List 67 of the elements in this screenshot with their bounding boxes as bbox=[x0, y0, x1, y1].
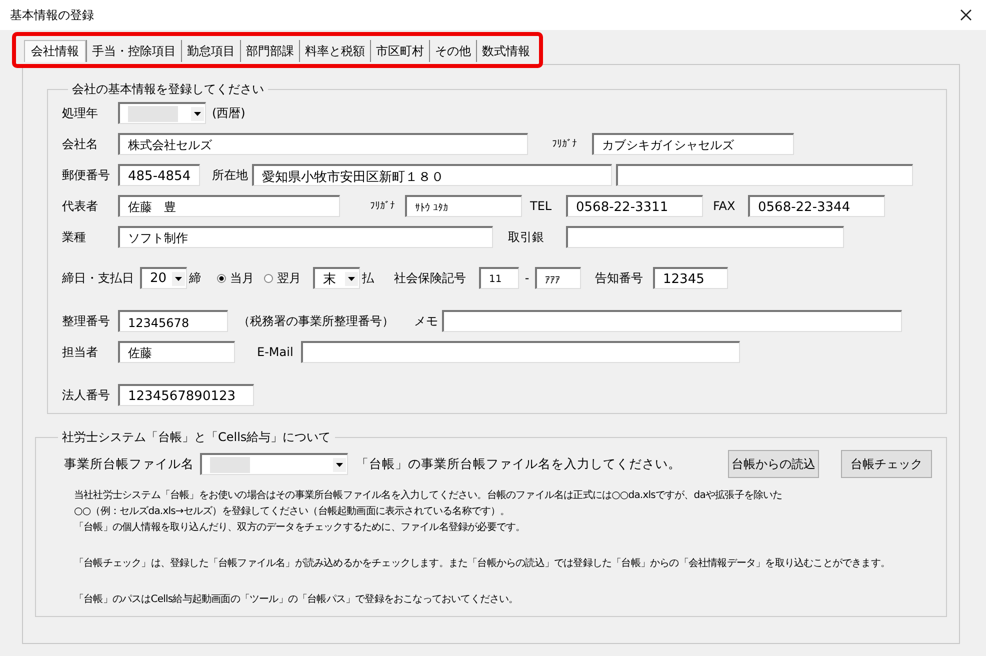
input-field[interactable]: 0568-22-3311 bbox=[566, 195, 703, 217]
input-field[interactable]: 12345678 bbox=[118, 310, 228, 332]
radio-button[interactable] bbox=[217, 274, 226, 282]
dropdown-value: 20 bbox=[150, 271, 167, 286]
input-field[interactable] bbox=[566, 226, 844, 248]
input-field[interactable]: 0568-22-3344 bbox=[748, 195, 885, 217]
input-field[interactable]: 1234567890123 bbox=[118, 384, 254, 406]
input-field[interactable]: ｱｱｱ bbox=[535, 267, 581, 289]
separator-text: - bbox=[524, 271, 530, 285]
action-button[interactable]: 台帳からの読込 bbox=[728, 450, 819, 478]
radio-option[interactable]: 翌月 bbox=[264, 270, 301, 286]
field-label: 社会保険記号 bbox=[394, 270, 467, 286]
input-field[interactable]: 愛知県小牧市安田区新町１８０ bbox=[252, 164, 612, 186]
input-field[interactable]: カブシキガイシャセルズ bbox=[592, 133, 794, 155]
field-label: TEL bbox=[530, 199, 553, 213]
pay-day-dropdown[interactable]: 末 bbox=[313, 267, 360, 289]
tab[interactable]: 会社情報 bbox=[24, 40, 86, 62]
field-label: 郵便番号 bbox=[62, 166, 111, 184]
field-label: 取引銀 bbox=[508, 228, 545, 246]
field-label: 処理年 bbox=[62, 104, 99, 122]
field-label: 所在地 bbox=[212, 166, 249, 184]
group-title: 会社の基本情報を登録してください bbox=[71, 81, 265, 98]
radio-option[interactable]: 当月 bbox=[217, 270, 254, 286]
radio-button[interactable] bbox=[264, 274, 273, 282]
field-label: 法人番号 bbox=[62, 386, 111, 404]
hint-text: 「台帳」の事業所台帳ファイル名を入力してください。 bbox=[356, 456, 681, 472]
field-label: FAX bbox=[713, 199, 736, 213]
field-label: ﾌﾘｶﾞﾅ bbox=[370, 200, 396, 212]
year-dropdown[interactable] bbox=[118, 102, 206, 124]
input-field[interactable]: ソフト制作 bbox=[118, 226, 493, 248]
input-field[interactable] bbox=[301, 341, 740, 363]
field-label: 告知番号 bbox=[595, 270, 644, 286]
redacted-block bbox=[210, 456, 250, 472]
redacted-block bbox=[128, 106, 178, 122]
field-label: 担当者 bbox=[62, 344, 99, 360]
field-label: 業種 bbox=[62, 228, 87, 246]
field-label: E-Mail bbox=[257, 345, 294, 359]
field-label: 整理番号 bbox=[62, 312, 111, 330]
input-field[interactable]: 11 bbox=[479, 267, 519, 289]
input-field[interactable]: 佐藤 豊 bbox=[118, 195, 340, 217]
group-title: 社労士システム「台帳」と「Cells給与」について bbox=[61, 429, 332, 446]
field-label: メモ bbox=[414, 312, 438, 330]
ledger-file-dropdown[interactable] bbox=[200, 453, 348, 475]
input-field[interactable]: 株式会社セルズ bbox=[118, 133, 528, 155]
window-title: 基本情報の登録 bbox=[10, 6, 95, 24]
help-paragraph: 「台帳」のパスはCells給与起動画面の「ツール」の「台帳パス」で登録をおこなっておいてください。 bbox=[74, 592, 520, 607]
help-paragraph: 「台帳チェック」は、登録した「台帳ファイル名」が読み込めるかをチェックします。また「台帳からの読込」では登録した「台帳」からの「会社情報データ」を取り込むことができます。 bbox=[74, 556, 892, 571]
close-icon[interactable] bbox=[960, 9, 972, 21]
field-label: 締日・支払日 bbox=[62, 270, 135, 286]
help-paragraph: 当社社労士システム「台帳」をお使いの場合はその事業所台帳ファイル名を入力してください。台帳のファイル名は正式には○○da.xlsですが、daや拡張子を除いた ○○（例：セルズda.xls→セルズ）を登録してください（台帳起動画面に表示されている名称です）。 「台帳」の個人情報を取り込んだり、双方のデータをチェックするために、ファイル名登録が必要です。 bbox=[74, 488, 784, 535]
dropdown-value: 末 bbox=[323, 270, 336, 288]
action-button[interactable]: 台帳チェック bbox=[841, 450, 932, 478]
field-label: 会社名 bbox=[62, 136, 99, 152]
input-field[interactable]: 12345 bbox=[653, 267, 728, 289]
input-field[interactable]: ｻﾄｳ ﾕﾀｶ bbox=[405, 195, 522, 217]
field-label: 事業所台帳ファイル名 bbox=[64, 456, 194, 472]
input-field[interactable] bbox=[616, 164, 913, 186]
field-label: 払 bbox=[362, 270, 374, 286]
note-text: (西暦) bbox=[212, 104, 246, 122]
field-label: ﾌﾘｶﾞﾅ bbox=[552, 138, 578, 150]
field-label: 締 bbox=[189, 270, 201, 286]
closing-day-dropdown[interactable]: 20 bbox=[140, 267, 187, 289]
input-field[interactable] bbox=[442, 310, 902, 332]
field-label: 代表者 bbox=[62, 198, 99, 214]
note-text: （税務署の事業所整理番号） bbox=[238, 312, 395, 330]
input-field[interactable]: 佐藤 bbox=[118, 341, 235, 363]
input-field[interactable]: 485-4854 bbox=[118, 164, 200, 186]
